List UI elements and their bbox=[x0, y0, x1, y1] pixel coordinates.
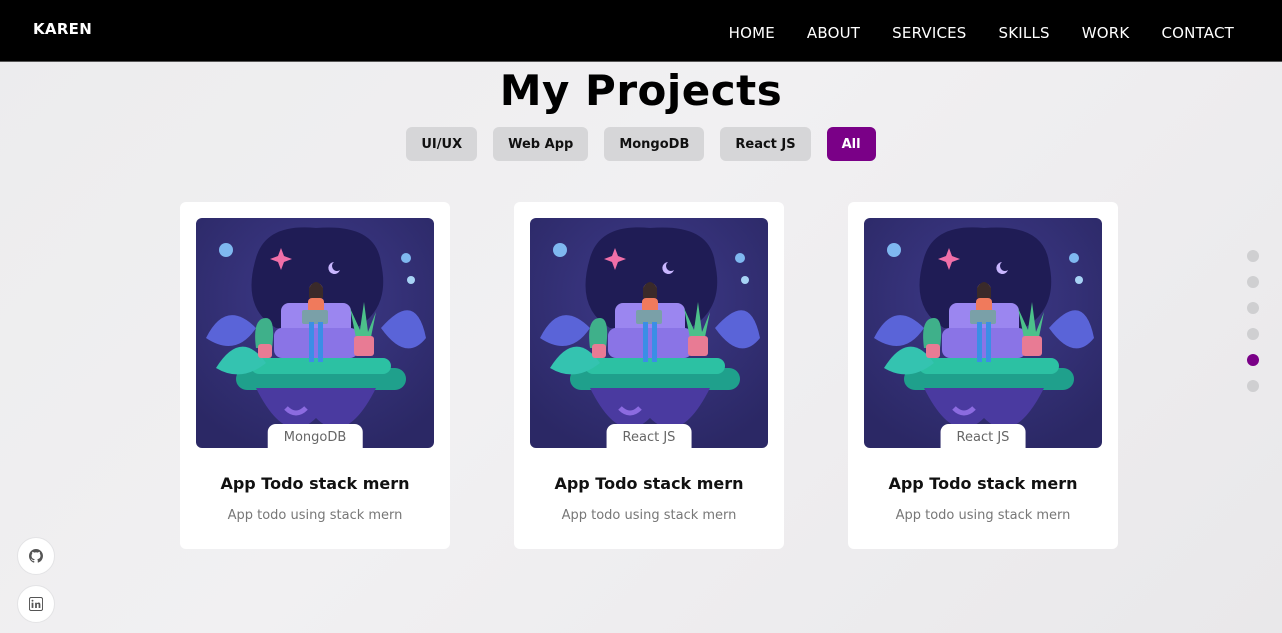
nav-about[interactable]: ABOUT bbox=[807, 24, 860, 42]
project-image bbox=[196, 218, 434, 448]
nav-home[interactable]: HOME bbox=[729, 24, 775, 42]
project-description: App todo using stack mern bbox=[895, 508, 1071, 523]
project-card[interactable]: MongoDB App Todo stack mern App todo usi… bbox=[180, 202, 450, 549]
project-image bbox=[530, 218, 768, 448]
filter-webapp-button[interactable]: Web App bbox=[493, 127, 589, 161]
github-icon bbox=[29, 549, 43, 563]
project-card[interactable]: React JS App Todo stack mern App todo us… bbox=[848, 202, 1118, 549]
section-dot[interactable] bbox=[1247, 328, 1259, 340]
nav-services[interactable]: SERVICES bbox=[892, 24, 966, 42]
filter-bar: UI/UX Web App MongoDB React JS All bbox=[0, 127, 1282, 161]
page-title: My Projects bbox=[499, 66, 783, 115]
project-image bbox=[864, 218, 1102, 448]
logo[interactable]: KAREN bbox=[33, 20, 92, 38]
linkedin-icon bbox=[29, 597, 43, 611]
filter-uiux-button[interactable]: UI/UX bbox=[406, 127, 478, 161]
project-description: App todo using stack mern bbox=[227, 508, 403, 523]
section-dot[interactable] bbox=[1247, 276, 1259, 288]
section-dot[interactable] bbox=[1247, 250, 1259, 262]
section-dot[interactable] bbox=[1247, 302, 1259, 314]
nav-work[interactable]: WORK bbox=[1082, 24, 1130, 42]
project-description: App todo using stack mern bbox=[561, 508, 737, 523]
filter-all-button[interactable]: All bbox=[826, 127, 876, 161]
project-grid: MongoDB App Todo stack mern App todo usi… bbox=[180, 202, 1118, 549]
project-title: App Todo stack mern bbox=[888, 474, 1078, 493]
project-tag: MongoDB bbox=[267, 424, 363, 448]
section-nav-dots bbox=[1247, 250, 1259, 392]
filter-mongodb-button[interactable]: MongoDB bbox=[604, 127, 705, 161]
filter-reactjs-button[interactable]: React JS bbox=[720, 127, 811, 161]
project-tag: React JS bbox=[940, 424, 1026, 448]
nav-contact[interactable]: CONTACT bbox=[1161, 24, 1234, 42]
project-title: App Todo stack mern bbox=[220, 474, 410, 493]
section-dot[interactable] bbox=[1247, 380, 1259, 392]
linkedin-button[interactable] bbox=[17, 585, 55, 623]
project-title: App Todo stack mern bbox=[554, 474, 744, 493]
nav-links: HOME ABOUT SERVICES SKILLS WORK CONTACT bbox=[729, 24, 1234, 42]
nav-skills[interactable]: SKILLS bbox=[999, 24, 1050, 42]
github-button[interactable] bbox=[17, 537, 55, 575]
project-tag: React JS bbox=[606, 424, 692, 448]
project-card[interactable]: React JS App Todo stack mern App todo us… bbox=[514, 202, 784, 549]
section-dot-active[interactable] bbox=[1247, 354, 1259, 366]
social-links bbox=[17, 537, 55, 623]
navbar: KAREN HOME ABOUT SERVICES SKILLS WORK CO… bbox=[0, 0, 1282, 62]
